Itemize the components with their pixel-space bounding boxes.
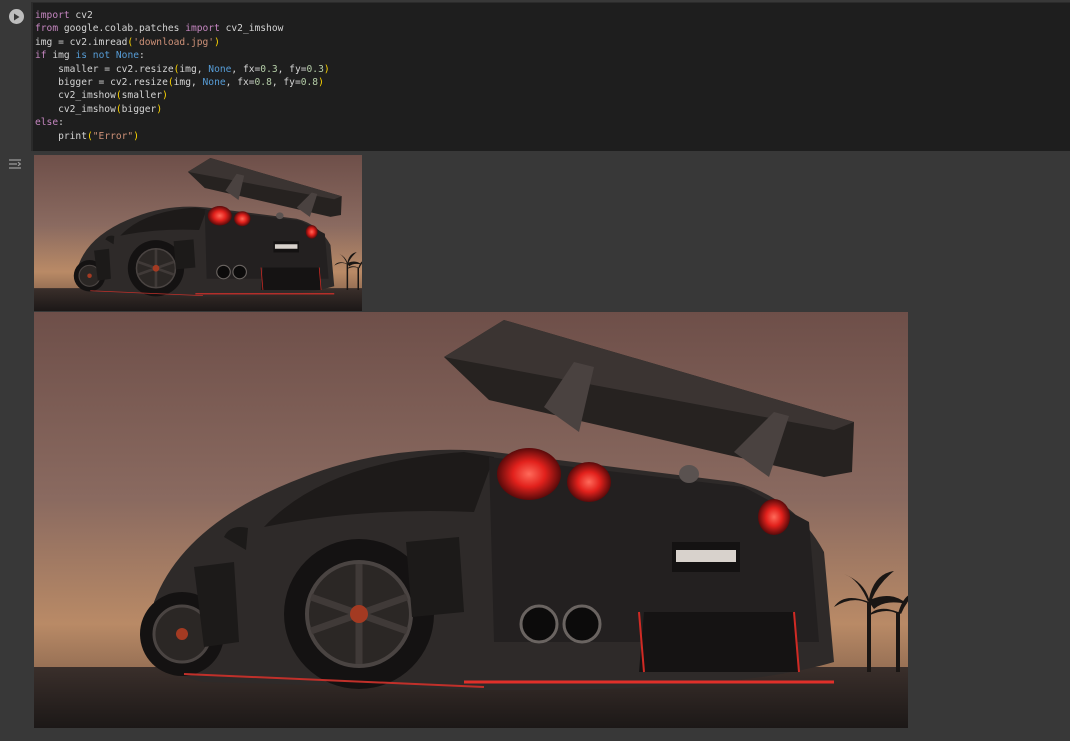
code-token: 0.3	[306, 63, 324, 75]
code-token: )	[133, 130, 139, 142]
editor-margin	[31, 3, 33, 151]
cell-gutter	[0, 0, 31, 741]
cell-output	[31, 152, 1070, 741]
code-line[interactable]: print("Error")	[35, 131, 139, 142]
output-image-bigger	[34, 312, 908, 728]
code-line[interactable]: smaller = cv2.resize(img, None, fx=0.3, …	[35, 64, 330, 75]
code-token: "Error"	[92, 130, 134, 142]
code-token: smaller = cv2.resize	[35, 63, 174, 75]
code-token: cv2_imshow	[35, 103, 116, 115]
code-token: None	[208, 63, 232, 75]
code-line[interactable]: bigger = cv2.resize(img, None, fx=0.8, f…	[35, 77, 324, 88]
code-token: )	[156, 103, 163, 115]
code-token: cv2_imshow	[219, 23, 284, 35]
code-line[interactable]: img = cv2.imread('download.jpg')	[35, 37, 220, 48]
code-token: , fy=	[271, 77, 301, 89]
code-token: import	[35, 10, 70, 21]
code-token: if	[35, 50, 47, 62]
code-token: is	[75, 50, 88, 62]
code-token: , fy=	[277, 63, 307, 75]
code-token: , fx=	[231, 63, 261, 75]
code-token: bigger = cv2.resize	[35, 77, 168, 89]
code-token: import	[185, 23, 220, 35]
code-text[interactable]: import cv2 from google.colab.patches imp…	[35, 9, 330, 143]
code-line[interactable]: else:	[35, 117, 64, 128]
code-token: else	[35, 117, 59, 129]
code-token: img	[46, 50, 76, 62]
code-token: :	[58, 117, 64, 129]
code-line[interactable]: cv2_imshow(bigger)	[35, 104, 162, 115]
code-token: )	[214, 36, 220, 48]
code-token: 0.8	[300, 77, 319, 89]
code-token: img,	[179, 63, 209, 75]
car-photo-icon	[34, 312, 908, 728]
code-token: , fx=	[225, 77, 255, 89]
code-token: cv2	[69, 10, 93, 21]
code-line[interactable]: if img is not None:	[35, 50, 145, 61]
car-photo-icon	[34, 155, 362, 311]
code-token: 0.3	[260, 63, 278, 75]
code-line[interactable]: import cv2	[35, 10, 93, 21]
code-token: None	[115, 50, 140, 62]
code-token: 'download.jpg'	[133, 36, 215, 48]
output-image-smaller	[34, 155, 362, 311]
code-token: )	[162, 90, 168, 102]
code-token: print	[35, 130, 87, 142]
play-icon	[14, 13, 20, 20]
code-token: img,	[173, 77, 203, 89]
code-editor[interactable]: import cv2 from google.colab.patches imp…	[31, 2, 1070, 151]
code-token: not	[92, 50, 111, 62]
output-toggle-icon[interactable]	[8, 157, 22, 169]
code-token: img = cv2.imread	[35, 36, 128, 48]
code-token: :	[139, 50, 145, 62]
code-token: smaller	[121, 90, 163, 102]
code-token: bigger	[121, 103, 157, 115]
code-token: )	[318, 77, 324, 89]
code-token: from	[35, 23, 59, 35]
run-cell-button[interactable]	[9, 9, 24, 24]
code-token: cv2_imshow	[35, 90, 116, 102]
code-line[interactable]: cv2_imshow(smaller)	[35, 90, 168, 101]
code-line[interactable]: from google.colab.patches import cv2_ims…	[35, 23, 283, 34]
code-token: google.colab.patches	[58, 23, 186, 35]
code-token: 0.8	[254, 77, 272, 89]
code-cell: import cv2 from google.colab.patches imp…	[0, 0, 1070, 741]
code-token: None	[202, 77, 226, 89]
code-token: )	[323, 63, 330, 75]
